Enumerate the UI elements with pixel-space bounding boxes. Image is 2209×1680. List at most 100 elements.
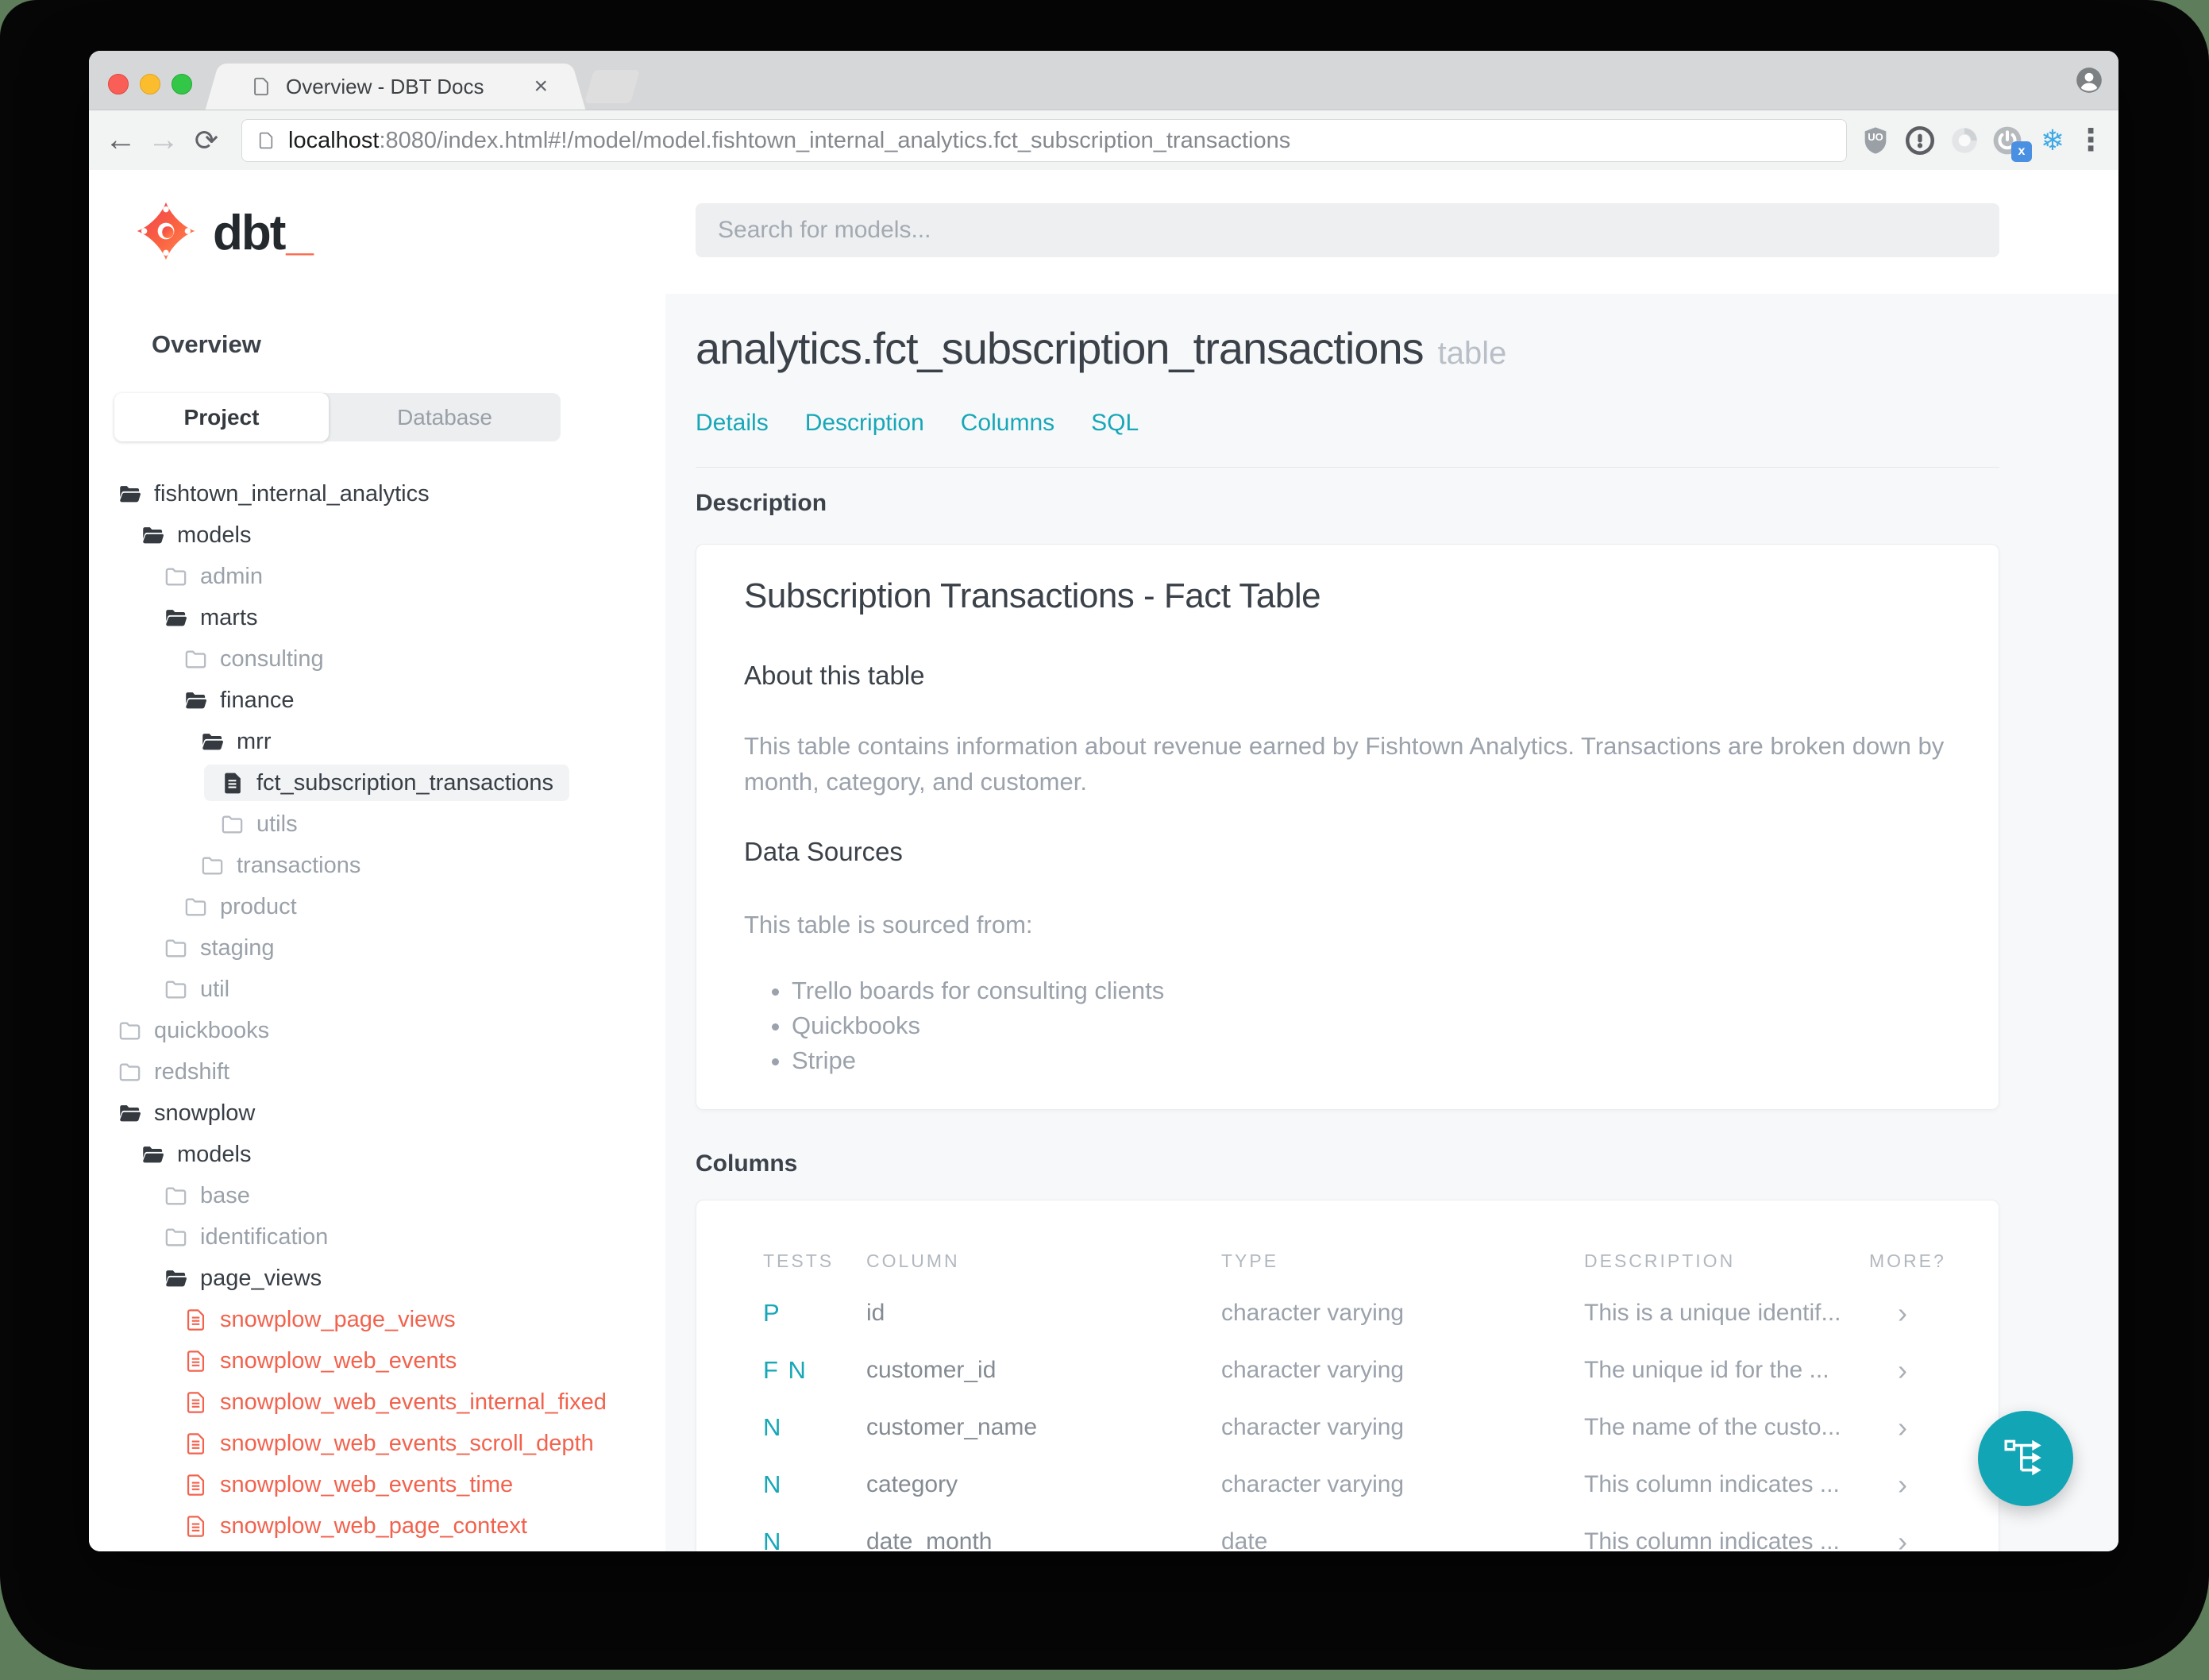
- nav-link-description[interactable]: Description: [805, 410, 924, 437]
- dbt-logo-icon: [137, 202, 195, 264]
- file-icon: [183, 1514, 208, 1539]
- table-row-date_month[interactable]: N date_month date This column indicates …: [763, 1513, 2041, 1551]
- tree-item-quickbooks[interactable]: quickbooks: [89, 1010, 665, 1051]
- file-icon: [183, 1308, 208, 1332]
- new-tab-button[interactable]: [584, 70, 641, 103]
- description-section-label: Description: [696, 490, 827, 516]
- tree-item-snowplow_web_page_context[interactable]: snowplow_web_page_context: [89, 1505, 665, 1547]
- nav-link-columns[interactable]: Columns: [961, 410, 1054, 437]
- columns-table-header: TESTS COLUMN TYPE DESCRIPTION MORE?: [763, 1245, 1975, 1277]
- power-extension-icon[interactable]: x: [1987, 110, 2032, 170]
- close-window-button[interactable]: [108, 74, 129, 94]
- tree-item-transactions[interactable]: transactions: [89, 845, 665, 886]
- folder-open-icon: [118, 482, 142, 507]
- folder-icon: [164, 936, 188, 961]
- table-row-customer_id[interactable]: F N customer_id character varying The un…: [763, 1342, 2041, 1399]
- columns-section-label: Columns: [696, 1150, 798, 1177]
- tree-item-fct_subscription_transactions[interactable]: fct_subscription_transactions: [89, 762, 665, 803]
- doc-heading: Subscription Transactions - Fact Table: [744, 576, 1321, 615]
- tree-item-marts[interactable]: marts: [89, 597, 665, 638]
- tree-item-product[interactable]: product: [89, 886, 665, 927]
- cell-description: This column indicates ...: [1584, 1528, 1840, 1551]
- cell-type: character varying: [1221, 1414, 1405, 1440]
- tree-item-redshift[interactable]: redshift: [89, 1051, 665, 1092]
- tree-item-finance[interactable]: finance: [89, 680, 665, 721]
- tree-item-utils[interactable]: utils: [89, 803, 665, 845]
- address-bar[interactable]: localhost:8080/index.html#!/model/model.…: [241, 119, 1847, 162]
- folder-open-icon: [141, 1142, 165, 1167]
- tree-item-admin[interactable]: admin: [89, 556, 665, 597]
- tree-item-fishtown_internal_analytics[interactable]: fishtown_internal_analytics: [89, 473, 665, 514]
- lineage-graph-icon: [2003, 1434, 2049, 1484]
- dbt-logo[interactable]: dbt _: [137, 202, 314, 264]
- tree-item-snowplow_web_events_time[interactable]: snowplow_web_events_time: [89, 1464, 665, 1505]
- swirl-extension-icon[interactable]: [1945, 110, 1984, 170]
- search-input[interactable]: [696, 203, 1999, 257]
- password-manager-extension-icon[interactable]: [1900, 110, 1940, 170]
- snowflake-extension-icon[interactable]: ❄: [2033, 110, 2072, 170]
- table-row-id[interactable]: P id character varying This is a unique …: [763, 1285, 2041, 1342]
- dbt-logo-underscore: _: [286, 206, 314, 260]
- browser-toolbar: ← → ⟳ localhost:8080/index.html#!/model/…: [89, 110, 2118, 171]
- cell-description: This is a unique identif...: [1584, 1300, 1841, 1326]
- minimize-window-button[interactable]: [140, 74, 160, 94]
- back-button[interactable]: ←: [100, 110, 141, 170]
- tab-database[interactable]: Database: [329, 393, 561, 441]
- nav-link-sql[interactable]: SQL: [1091, 410, 1139, 437]
- cell-column: customer_name: [866, 1414, 1038, 1440]
- app-header: dbt _: [89, 170, 2118, 294]
- tree-item-page_views[interactable]: page_views: [89, 1258, 665, 1299]
- cell-type: character varying: [1221, 1357, 1405, 1383]
- folder-open-icon: [164, 1266, 188, 1291]
- sources-list: Trello boards for consulting clientsQuic…: [769, 973, 1164, 1078]
- tree-item-util[interactable]: util: [89, 969, 665, 1010]
- close-tab-icon[interactable]: ×: [534, 75, 548, 98]
- ublock-extension-icon[interactable]: UO: [1856, 110, 1895, 170]
- table-row-customer_name[interactable]: N customer_name character varying The na…: [763, 1399, 2041, 1456]
- tree-item-snowplow[interactable]: snowplow: [89, 1092, 665, 1134]
- sidebar: Overview Project Database fishtown_inter…: [89, 294, 665, 1551]
- tab-project[interactable]: Project: [114, 393, 329, 441]
- forward-button[interactable]: →: [143, 110, 184, 170]
- browser-profile-avatar[interactable]: [2074, 65, 2104, 95]
- folder-icon: [200, 853, 225, 878]
- browser-tab[interactable]: Overview - DBT Docs ×: [222, 64, 569, 110]
- tree-item-consulting[interactable]: consulting: [89, 638, 665, 680]
- main-content: analytics.fct_subscription_transactions t…: [665, 294, 2118, 1551]
- folder-icon: [164, 1225, 188, 1250]
- folder-icon: [183, 895, 208, 919]
- expand-row-chevron-icon[interactable]: ›: [1869, 1411, 2000, 1444]
- about-text: This table contains information about re…: [744, 732, 1945, 796]
- expand-row-chevron-icon[interactable]: ›: [1869, 1297, 2000, 1330]
- tree-item-models[interactable]: models: [89, 514, 665, 556]
- refresh-button[interactable]: ⟳: [186, 110, 227, 170]
- file-icon: [183, 1349, 208, 1374]
- sidebar-title: Overview: [152, 330, 261, 358]
- lineage-graph-button[interactable]: [1978, 1411, 2073, 1506]
- tree-item-staging[interactable]: staging: [89, 927, 665, 969]
- sidebar-view-toggle: Project Database: [114, 393, 561, 441]
- cell-tests: F N: [763, 1356, 808, 1384]
- nav-link-details[interactable]: Details: [696, 410, 769, 437]
- url-host: localhost: [288, 127, 380, 153]
- tree-item-snowplow_web_events_scroll_depth[interactable]: snowplow_web_events_scroll_depth: [89, 1423, 665, 1464]
- browser-menu-icon[interactable]: ⋮: [2071, 110, 2111, 170]
- table-row-category[interactable]: N category character varying This column…: [763, 1456, 2041, 1513]
- tree-item-identification[interactable]: identification: [89, 1216, 665, 1258]
- expand-row-chevron-icon[interactable]: ›: [1869, 1354, 2000, 1387]
- sources-intro: This table is sourced from:: [744, 911, 1033, 938]
- expand-row-chevron-icon[interactable]: ›: [1869, 1525, 2000, 1551]
- tree-item-mrr[interactable]: mrr: [89, 721, 665, 762]
- url-path: :8080/index.html#!/model/model.fishtown_…: [379, 127, 1291, 153]
- file-icon: [183, 1431, 208, 1456]
- tree-item-snowplow_web_events_internal_fixed[interactable]: snowplow_web_events_internal_fixed: [89, 1381, 665, 1423]
- zoom-window-button[interactable]: [172, 74, 192, 94]
- cell-type: date: [1221, 1528, 1268, 1551]
- file-tree: fishtown_internal_analytics models admin…: [89, 473, 665, 1547]
- tree-item-models[interactable]: models: [89, 1134, 665, 1175]
- header-description: DESCRIPTION: [1584, 1250, 1736, 1271]
- tree-item-snowplow_page_views[interactable]: snowplow_page_views: [89, 1299, 665, 1340]
- tree-item-snowplow_web_events[interactable]: snowplow_web_events: [89, 1340, 665, 1381]
- tree-item-base[interactable]: base: [89, 1175, 665, 1216]
- folder-open-icon: [141, 523, 165, 548]
